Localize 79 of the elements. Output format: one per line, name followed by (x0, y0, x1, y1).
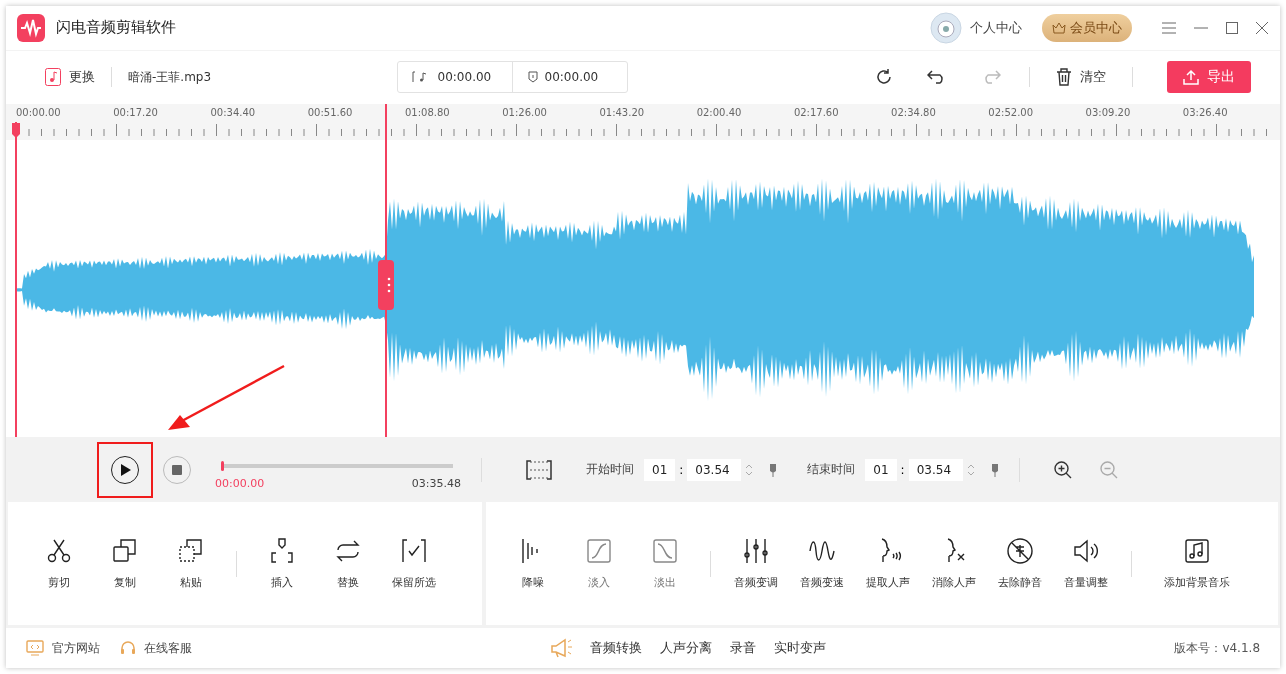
spinner-icon[interactable] (745, 462, 754, 477)
stop-icon (172, 464, 182, 475)
pin-icon[interactable] (769, 462, 778, 477)
zoom-in-icon[interactable] (1053, 460, 1072, 479)
timeline-label: 02:17.60 (793, 107, 840, 119)
export-button[interactable]: 导出 (1167, 61, 1251, 94)
timeline-label: 02:00.40 (696, 107, 743, 119)
footer-link[interactable]: 官方网站 (26, 639, 100, 657)
play-icon (121, 463, 131, 476)
time-colon: : (900, 462, 905, 477)
tool-button[interactable]: 降噪 (500, 537, 566, 591)
feature-link[interactable]: 人声分离 (660, 639, 713, 658)
waveform-logo-icon (17, 13, 45, 42)
footer-link[interactable]: 在线客服 (120, 639, 192, 657)
refresh-icon[interactable] (875, 68, 893, 87)
tool-button[interactable]: 音频变调 (723, 537, 789, 591)
feature-link[interactable]: 录音 (730, 639, 757, 658)
clear-button[interactable]: 清空 (1056, 68, 1106, 87)
timeline-label: 01:26.00 (502, 107, 548, 119)
minimize-icon[interactable] (1194, 26, 1208, 29)
marker-icon (526, 71, 539, 84)
timeline-label: 00:34.40 (210, 107, 257, 119)
playhead-handle[interactable] (378, 259, 394, 310)
headset-icon (120, 640, 136, 657)
start-time-readout: 00:00.00 (397, 70, 512, 85)
music-file-icon (45, 68, 61, 87)
tool-button[interactable]: 复制 (92, 537, 158, 591)
timeline-label: 02:34.80 (891, 107, 937, 119)
tool-button[interactable]: 替换 (315, 537, 381, 591)
megaphone-icon (550, 638, 573, 659)
timeline-label: 00:17.20 (113, 107, 159, 119)
monitor-icon (26, 640, 44, 657)
feature-link[interactable]: 实时变声 (774, 639, 827, 658)
timeline-label: 00:00.00 (16, 107, 62, 119)
end-time-readout: 00:00.00 (512, 70, 627, 85)
tool-button[interactable]: 消除人声 (921, 537, 987, 591)
version-label: 版本号：v4.1.8 (1174, 639, 1260, 657)
maximize-icon[interactable] (1226, 21, 1238, 34)
tool-button[interactable]: 插入 (249, 537, 315, 591)
spinner-icon[interactable] (966, 462, 975, 477)
tool-button[interactable]: 提取人声 (855, 537, 921, 591)
grip-icon (387, 275, 391, 294)
timeline-label: 03:09.20 (1085, 107, 1132, 119)
timeline-label: 00:51.60 (307, 107, 354, 119)
menu-icon[interactable] (1162, 21, 1176, 34)
total-duration: 03:35.48 (411, 476, 461, 490)
timeline-label: 03:26.40 (1182, 107, 1229, 119)
selection-range-icon[interactable] (526, 459, 552, 480)
tool-button[interactable]: 剪切 (26, 537, 92, 591)
timeline-label: 01:43.20 (599, 107, 646, 119)
timeline-label: 02:52.00 (988, 107, 1035, 119)
replace-button[interactable]: 更换 (45, 68, 95, 87)
timeline-label: 01:08.80 (404, 107, 451, 119)
highlight-frame (97, 441, 153, 498)
tool-button[interactable]: 音量调整 (1053, 537, 1119, 591)
end-time-label: 结束时间 (807, 461, 856, 479)
feature-link[interactable]: 音频转换 (590, 639, 643, 658)
profile-link[interactable]: 个人中心 (970, 18, 1022, 37)
tool-button[interactable]: 音频变速 (789, 537, 855, 591)
tool-button[interactable]: 粘贴 (158, 537, 224, 591)
trash-icon (1056, 68, 1072, 87)
pin-icon[interactable] (990, 462, 999, 477)
start-time-label: 开始时间 (586, 461, 634, 479)
tool-button[interactable]: 添加背景音乐 (1152, 537, 1242, 591)
start-minute-field[interactable]: 01 (644, 458, 676, 481)
time-colon: : (679, 462, 684, 477)
current-time: 00:00.00 (215, 476, 265, 490)
upload-icon (1183, 69, 1199, 86)
file-name: 暗涌-王菲.mp3 (128, 68, 212, 86)
crown-icon (1052, 21, 1066, 34)
tool-button[interactable]: 去除静音 (987, 537, 1053, 591)
start-second-field[interactable]: 03.54 (687, 458, 742, 481)
vip-button[interactable]: 会员中心 (1042, 13, 1132, 42)
window-title: 闪电音频剪辑软件 (56, 18, 176, 38)
tool-button[interactable]: 保留所选 (381, 537, 447, 591)
end-second-field[interactable]: 03.54 (908, 458, 963, 481)
close-icon[interactable] (1256, 21, 1268, 34)
end-minute-field[interactable]: 01 (865, 458, 897, 481)
avatar-icon (930, 11, 962, 44)
